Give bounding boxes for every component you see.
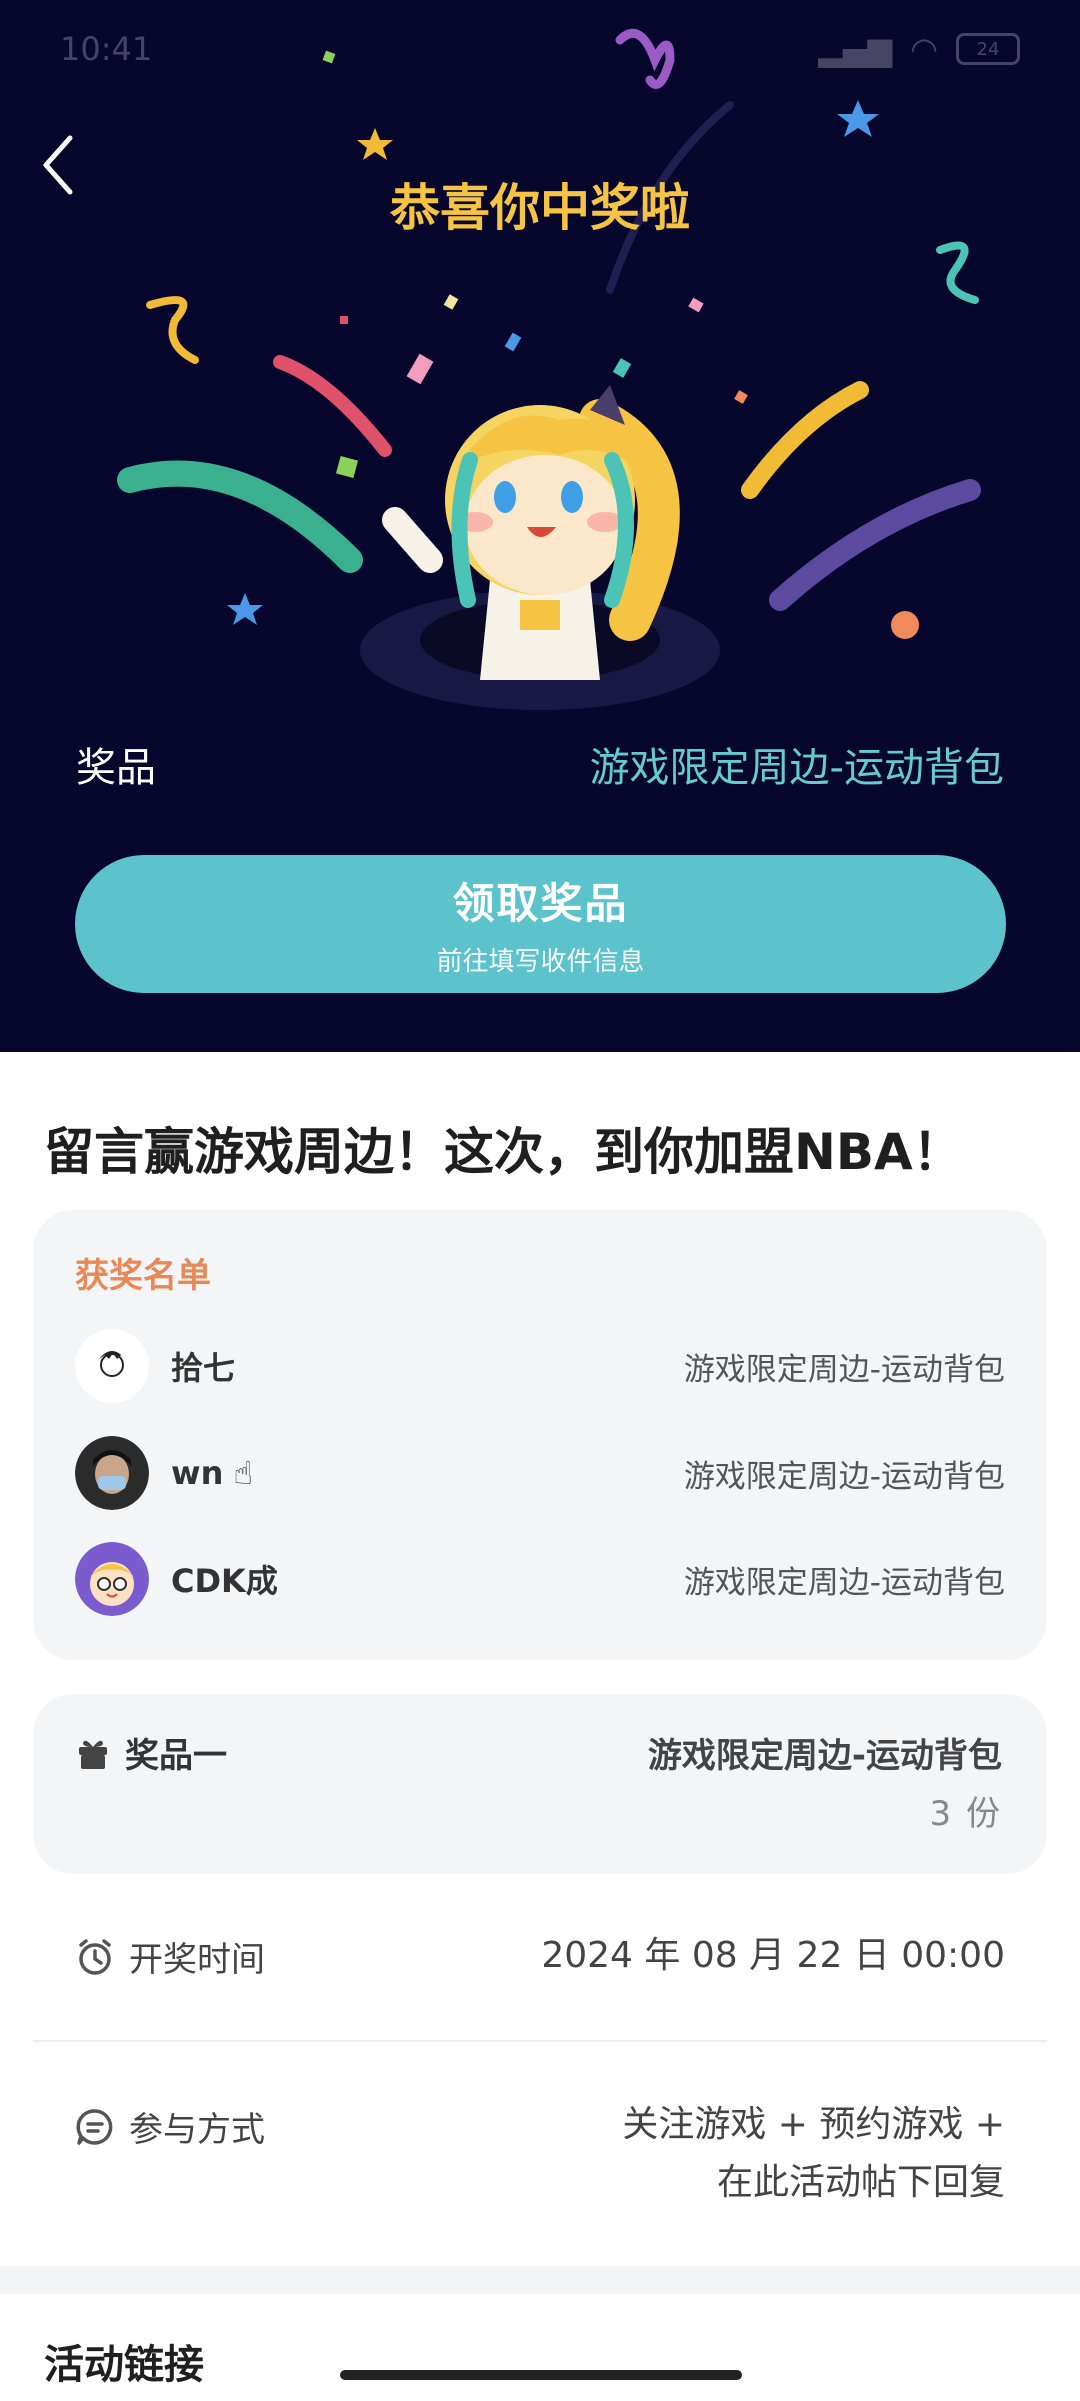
winner-row[interactable]: 拾七 游戏限定周边-运动背包 [75, 1328, 1005, 1404]
draw-time-value: 2024 年 08 月 22 日 00:00 [541, 1935, 1005, 1976]
winner-name: CDK成 [171, 1562, 278, 1600]
celebration-illustration [117, 28, 981, 710]
participation-line-1: 关注游戏 + 预约游戏 + [622, 2104, 1005, 2145]
hero-prize-value: 游戏限定周边-运动背包 [589, 745, 1004, 791]
claim-button-label: 领取奖品 [452, 879, 629, 928]
section-gap [0, 2266, 1080, 2294]
winners-title: 获奖名单 [75, 1256, 211, 1296]
prize-info-label: 奖品一 [125, 1736, 227, 1776]
hand-emoji-icon: ☝ [233, 1454, 253, 1492]
hero-title: 恭喜你中奖啦 [390, 179, 690, 237]
avatar[interactable] [75, 1329, 149, 1403]
participation-label: 参与方式 [129, 2110, 265, 2150]
draw-time-label: 开奖时间 [129, 1940, 265, 1980]
winners-card: 获奖名单 拾七 游戏限定周边-运动背包 wn ☝ 游戏限定周边-运动背包 CDK成… [33, 1210, 1047, 1660]
hero-prize-row: 奖品 游戏限定周边-运动背包 [76, 735, 1004, 793]
winner-row[interactable]: CDK成 游戏限定周边-运动背包 [75, 1541, 1005, 1617]
home-indicator[interactable] [340, 2370, 742, 2380]
prize-hero: 10:41 ▂▄▆ ◠ 24 恭喜你中奖啦 奖品 游戏限定周边-运动背包 领取奖… [0, 0, 1080, 1052]
avatar[interactable] [75, 1542, 149, 1616]
winner-prize: 游戏限定周边-运动背包 [683, 1351, 1005, 1388]
post-title: 留言赢游戏周边！这次，到你加盟NBA！ [44, 1123, 963, 1181]
gift-icon [79, 1740, 107, 1769]
winner-row[interactable]: wn ☝ 游戏限定周边-运动背包 [75, 1435, 1005, 1511]
alarm-clock-icon [79, 1938, 111, 1975]
comment-icon [76, 2108, 113, 2145]
divider [33, 2040, 1047, 2042]
prize-info-value: 游戏限定周边-运动背包 [647, 1736, 1002, 1776]
activity-content: 留言赢游戏周边！这次，到你加盟NBA！ 获奖名单 拾七 游戏限定周边-运动背包 … [0, 1052, 1080, 2401]
winner-prize: 游戏限定周边-运动背包 [683, 1458, 1005, 1495]
claim-button-sublabel: 前往填写收件信息 [436, 947, 645, 977]
prize-info-card: 奖品一 游戏限定周边-运动背包 3 份 [33, 1694, 1047, 1874]
hero-prize-label: 奖品 [76, 745, 156, 791]
participation-row: 参与方式 关注游戏 + 预约游戏 + 在此活动帖下回复 [75, 2096, 1005, 2212]
avatar[interactable] [75, 1436, 149, 1510]
claim-prize-button[interactable]: 领取奖品 前往填写收件信息 [75, 855, 1006, 993]
activity-links-title: 活动链接 [44, 2342, 204, 2388]
winner-name: wn [171, 1454, 224, 1492]
prize-info-count: 3 份 [929, 1794, 1002, 1834]
participation-line-2: 在此活动帖下回复 [716, 2162, 1005, 2203]
winner-name: 拾七 [171, 1349, 236, 1387]
draw-time-row: 开奖时间 2024 年 08 月 22 日 00:00 [75, 1932, 1005, 1981]
winner-prize: 游戏限定周边-运动背包 [683, 1564, 1005, 1601]
